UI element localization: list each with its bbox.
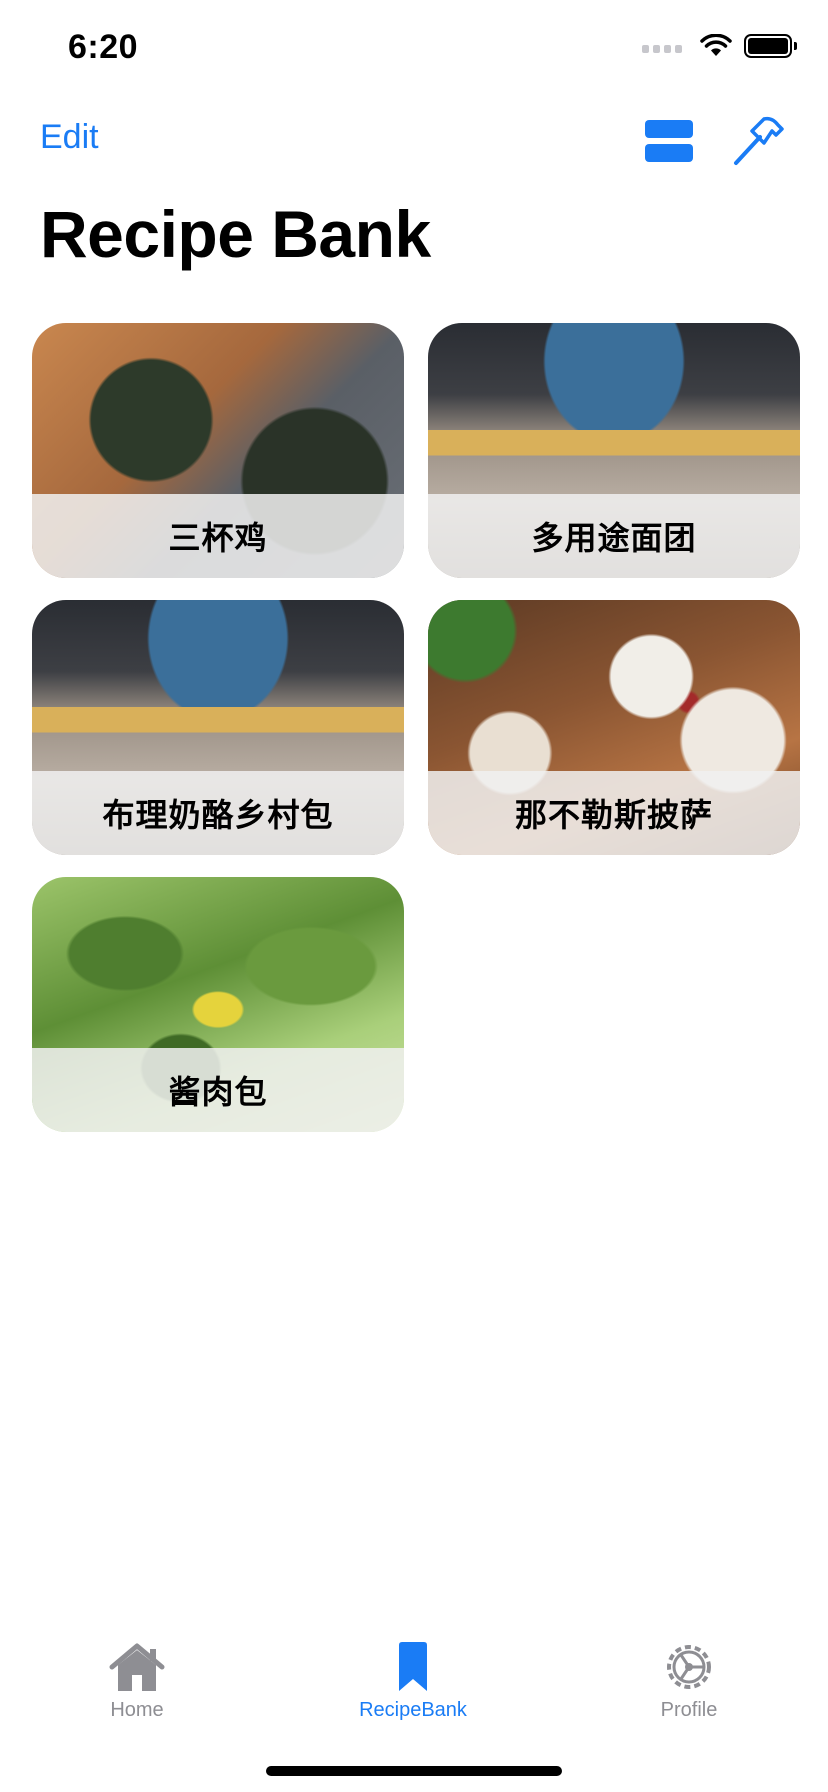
house-icon (108, 1636, 166, 1693)
recipe-card-sanbeiji[interactable]: 三杯鸡 (32, 323, 404, 578)
recipe-label-band: 三杯鸡 (32, 494, 404, 578)
recipe-name: 多用途面团 (531, 519, 697, 557)
recipe-label-band: 酱肉包 (32, 1048, 404, 1132)
tab-label: RecipeBank (359, 1699, 467, 1721)
tab-label: Profile (660, 1699, 718, 1721)
tab-bar: Home RecipeBank Profile (0, 1612, 828, 1792)
status-indicators (642, 34, 797, 58)
rectangle-split-icon[interactable] (645, 120, 693, 162)
home-indicator[interactable] (266, 1766, 562, 1776)
tab-profile[interactable]: Profile (599, 1612, 779, 1722)
recipe-label-band: 那不勒斯披萨 (428, 771, 800, 855)
wifi-icon (700, 34, 732, 56)
recipe-card-brie-bread[interactable]: 布理奶酪乡村包 (32, 600, 404, 855)
recipe-label-band: 布理奶酪乡村包 (32, 771, 404, 855)
battery-icon (744, 34, 797, 58)
hammer-icon[interactable] (730, 113, 786, 169)
status-bar: 6:20 (0, 0, 828, 100)
bookmark-icon (395, 1636, 431, 1693)
edit-button[interactable]: Edit (40, 118, 99, 157)
recipe-name: 那不勒斯披萨 (514, 796, 713, 834)
recipe-label-band: 多用途面团 (428, 494, 800, 578)
status-time: 6:20 (68, 28, 139, 66)
recipe-card-bun[interactable]: 酱肉包 (32, 877, 404, 1132)
tab-recipebank[interactable]: RecipeBank (323, 1612, 503, 1722)
page-title: Recipe Bank (40, 197, 431, 271)
recipe-name: 酱肉包 (168, 1073, 268, 1111)
tab-label: Home (110, 1699, 164, 1721)
tab-home[interactable]: Home (47, 1612, 227, 1722)
recipe-name: 三杯鸡 (168, 519, 268, 557)
recipe-card-dough[interactable]: 多用途面团 (428, 323, 800, 578)
recipe-card-pizza[interactable]: 那不勒斯披萨 (428, 600, 800, 855)
recipe-name: 布理奶酪乡村包 (102, 796, 334, 834)
cellular-signal-icon (642, 39, 682, 53)
gear-icon (663, 1636, 715, 1693)
